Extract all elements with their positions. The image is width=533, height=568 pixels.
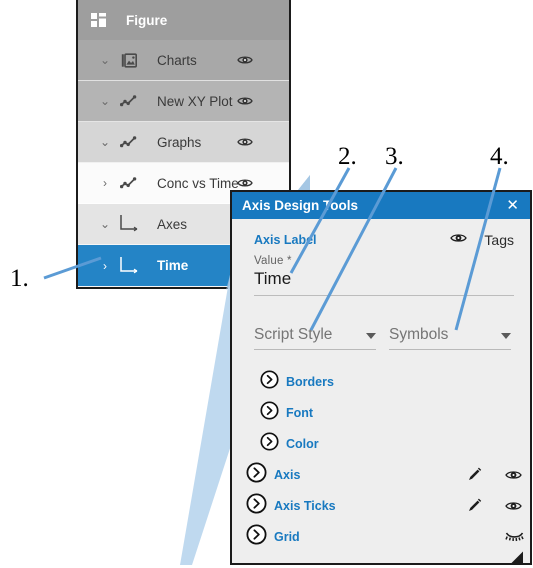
tree-row-new-xy-plot[interactable]: ⌄ New XY Plot — [78, 81, 289, 122]
pencil-edit-icon[interactable] — [467, 498, 482, 513]
chevron-right-icon[interactable]: › — [92, 176, 118, 190]
line-chart-icon — [118, 176, 140, 190]
eye-visible-icon[interactable] — [237, 134, 253, 150]
accordion-label: Color — [286, 436, 319, 451]
accordion-label: Font — [286, 405, 314, 420]
dialog-title-bar[interactable]: Axis Design Tools ✕ — [232, 192, 530, 219]
callout-number-1: 1. — [10, 265, 29, 292]
callout-number-3: 3. — [385, 143, 404, 170]
accordion-label: Grid — [274, 529, 300, 544]
symbols-value: Symbols — [389, 326, 449, 343]
chevron-down-icon[interactable]: ⌄ — [92, 135, 118, 149]
chevron-down-icon[interactable]: ⌄ — [92, 217, 118, 231]
axis-label-value-field[interactable]: Value * Time — [254, 255, 516, 296]
line-chart-icon — [118, 94, 140, 108]
tree-row-label: Axes — [157, 216, 188, 232]
close-x-icon[interactable]: ✕ — [504, 198, 521, 213]
axis-design-tools-dialog: Axis Design Tools ✕ Axis Label Tags Valu… — [230, 190, 532, 565]
script-style-select[interactable]: Script Style — [254, 326, 376, 350]
eye-visible-icon[interactable] — [237, 175, 253, 191]
tags-label[interactable]: Tags — [484, 232, 514, 248]
dialog-title: Axis Design Tools — [242, 198, 359, 213]
callout-number-4: 4. — [490, 143, 509, 170]
eye-hidden-icon[interactable] — [505, 530, 524, 543]
dashboard-grid-icon — [91, 13, 106, 27]
chevron-right-circle-icon[interactable] — [246, 523, 267, 550]
callout-number-2: 2. — [338, 143, 357, 170]
chevron-right-icon[interactable]: › — [92, 259, 118, 273]
value-field-underline — [254, 295, 514, 296]
chevron-down-icon[interactable] — [501, 333, 511, 339]
tree-row-label: Graphs — [157, 134, 202, 150]
eye-visible-icon[interactable] — [505, 468, 522, 482]
accordion-row-font[interactable]: Font — [260, 397, 516, 428]
chevron-down-icon[interactable] — [366, 333, 376, 339]
tree-row-charts[interactable]: ⌄ Charts — [78, 40, 289, 81]
accordion-label: Borders — [286, 374, 334, 389]
eye-visible-icon[interactable] — [450, 231, 468, 250]
chevron-right-circle-icon[interactable] — [260, 400, 279, 425]
tree-row-label: New XY Plot — [157, 93, 233, 109]
symbols-select[interactable]: Symbols — [389, 326, 511, 350]
style-selects-row: Script Style Symbols — [254, 326, 516, 350]
accordion-label: Axis Ticks — [274, 498, 336, 513]
resize-grip-icon[interactable] — [509, 550, 524, 563]
tree-panel-title: Figure — [126, 12, 168, 28]
value-field-input[interactable]: Time — [254, 269, 516, 293]
accordion-list: Borders Font Color Axis Axis Ticks Grid — [246, 366, 524, 552]
line-chart-icon — [118, 135, 140, 149]
accordion-row-color[interactable]: Color — [260, 428, 516, 459]
tree-row-label: Conc vs Time — [157, 175, 239, 191]
chevron-right-circle-icon[interactable] — [246, 461, 267, 488]
value-field-label: Value * — [254, 255, 292, 267]
axes-icon — [118, 256, 140, 276]
select-underline — [389, 349, 511, 350]
tree-row-label: Charts — [157, 52, 197, 68]
select-underline — [254, 349, 376, 350]
script-style-value: Script Style — [254, 326, 333, 343]
accordion-row-borders[interactable]: Borders — [260, 366, 516, 397]
accordion-row-axis[interactable]: Axis — [246, 459, 522, 490]
image-chart-icon — [118, 52, 140, 68]
accordion-label: Axis — [274, 467, 301, 482]
eye-visible-icon[interactable] — [505, 499, 522, 513]
tree-row-graphs[interactable]: ⌄ Graphs — [78, 122, 289, 163]
chevron-down-icon[interactable]: ⌄ — [92, 94, 118, 108]
accordion-row-axis-ticks[interactable]: Axis Ticks — [246, 490, 522, 521]
eye-visible-icon[interactable] — [237, 52, 253, 68]
axis-label-section-header: Axis Label Tags — [246, 231, 516, 249]
chevron-right-circle-icon[interactable] — [260, 431, 279, 456]
chevron-right-circle-icon[interactable] — [246, 492, 267, 519]
dialog-body: Axis Label Tags Value * Time Script Styl… — [232, 231, 530, 563]
tree-row-label: Time — [157, 258, 189, 273]
accordion-row-grid[interactable]: Grid — [246, 521, 524, 552]
axes-icon — [118, 214, 140, 234]
pencil-edit-icon[interactable] — [467, 467, 482, 482]
eye-visible-icon[interactable] — [237, 93, 253, 109]
chevron-down-icon[interactable]: ⌄ — [92, 53, 118, 67]
section-heading: Axis Label — [254, 233, 317, 247]
chevron-right-circle-icon[interactable] — [260, 369, 279, 394]
tree-panel-header: Figure — [78, 0, 289, 40]
